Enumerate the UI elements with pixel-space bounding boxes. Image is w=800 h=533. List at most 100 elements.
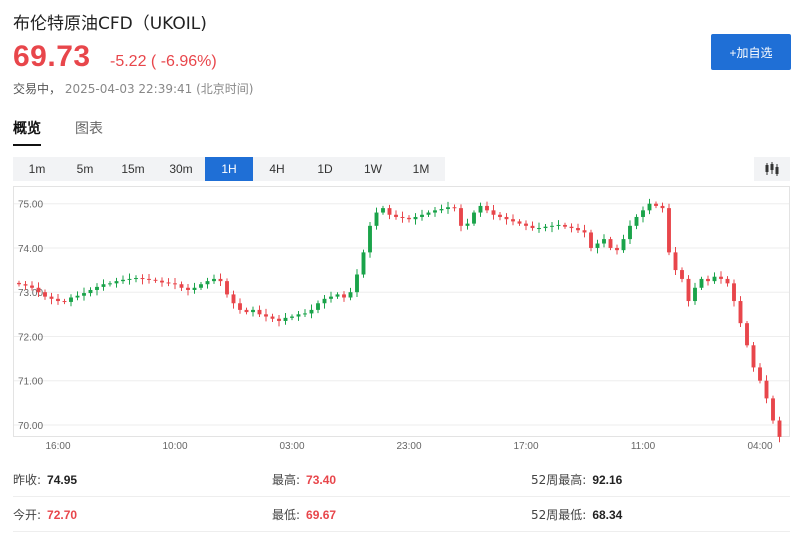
period-30m[interactable]: 30m	[157, 157, 205, 181]
candle-body	[491, 210, 496, 215]
candle-body	[543, 226, 548, 229]
candle-body	[101, 284, 106, 287]
period-1mo[interactable]: 1M	[397, 157, 445, 181]
candle-body	[49, 296, 54, 299]
candle-body	[764, 380, 769, 399]
stat-52w-high: 52周最高: 92.16	[531, 472, 623, 487]
candle-body	[82, 293, 86, 296]
candle-body	[257, 309, 262, 315]
x-tick-label: 04:00	[747, 441, 772, 452]
candle-body	[667, 208, 671, 253]
chart-type-button[interactable]	[754, 157, 790, 181]
candle-body	[621, 239, 626, 251]
candle-body	[322, 298, 327, 304]
period-1h[interactable]: 1H	[205, 157, 253, 181]
candle-body	[485, 205, 489, 211]
candle-body	[153, 279, 158, 281]
instrument-title: 布伦特原油CFD（UKOIL)	[13, 14, 207, 34]
candle-body	[472, 212, 476, 224]
candle-body	[459, 208, 463, 226]
candle-body	[290, 316, 294, 318]
candle-body	[199, 284, 203, 288]
candle-body	[400, 216, 405, 218]
candle-body	[680, 270, 684, 279]
candle-body	[374, 212, 379, 226]
timestamp: 2025-04-03 22:39:41	[64, 82, 193, 96]
period-selector: 1m 5m 15m 30m 1H 4H 1D 1W 1M	[13, 157, 445, 181]
price-change: -5.22 ( -6.96%)	[110, 53, 217, 70]
candle-body	[30, 285, 34, 288]
candle-body	[147, 278, 151, 280]
candle-body	[179, 284, 184, 288]
tab-overview[interactable]: 概览	[13, 118, 41, 146]
y-tick-label: 70.00	[18, 421, 43, 432]
candle-body	[62, 301, 67, 303]
candle-body	[394, 214, 398, 217]
candle-body	[56, 298, 60, 302]
stat-open: 今开: 72.70	[13, 507, 78, 522]
candle-body	[121, 279, 125, 282]
stats-row: 昨收: 74.95 最高: 73.40 52周最高: 92.16	[13, 462, 790, 497]
candle-body	[576, 228, 580, 231]
candle-body	[660, 205, 665, 209]
period-15m[interactable]: 15m	[109, 157, 157, 181]
candle-body	[628, 225, 632, 240]
candle-body	[69, 297, 73, 302]
candle-body	[355, 274, 359, 293]
candle-body	[296, 314, 301, 317]
candle-body	[706, 278, 710, 282]
candle-body	[732, 283, 736, 302]
candle-body	[335, 294, 340, 297]
candle-body	[140, 278, 145, 280]
period-1w[interactable]: 1W	[349, 157, 397, 181]
candle-body	[186, 287, 190, 290]
candle-body	[238, 303, 242, 310]
y-tick-label: 72.00	[18, 332, 43, 343]
tab-chart[interactable]: 图表	[75, 118, 103, 146]
candlestick-chart-icon	[765, 162, 779, 176]
candle-body	[225, 281, 229, 295]
period-5m[interactable]: 5m	[61, 157, 109, 181]
stat-high: 最高: 73.40	[272, 472, 337, 487]
candle-body	[641, 210, 645, 217]
candle-body	[478, 205, 483, 213]
price-chart[interactable]: 75.0074.0073.0072.0071.0070.0016:00 10:00…	[13, 186, 790, 456]
add-to-watchlist-button[interactable]: +加自选	[711, 34, 791, 70]
stat-low: 最低: 69.67	[272, 507, 337, 522]
candle-body	[524, 223, 528, 226]
candle-body	[550, 225, 554, 227]
candle-body	[348, 292, 353, 298]
candle-body	[192, 287, 197, 290]
candle-body	[43, 292, 47, 297]
period-1d[interactable]: 1D	[301, 157, 349, 181]
candle-body	[114, 281, 119, 284]
candle-body	[615, 247, 619, 251]
period-1m[interactable]: 1m	[13, 157, 61, 181]
candle-body	[212, 278, 216, 282]
candle-body	[205, 281, 210, 285]
candle-body	[777, 420, 782, 437]
x-tick-label: 03:00	[279, 441, 304, 452]
x-tick-label: 11:00	[631, 441, 656, 452]
candle-body	[361, 252, 366, 275]
candle-body	[446, 207, 450, 210]
candle-body	[439, 209, 444, 211]
candle-body	[316, 303, 320, 310]
y-tick-label: 71.00	[18, 377, 43, 388]
candle-body	[745, 323, 749, 346]
candle-body	[582, 230, 587, 233]
candle-body	[88, 289, 93, 294]
candle-body	[699, 278, 704, 288]
candle-body	[563, 224, 567, 227]
period-4h[interactable]: 4H	[253, 157, 301, 181]
main-tabs: 概览 图表	[13, 118, 103, 146]
candle-body	[712, 276, 717, 282]
x-tick-label: 16:00	[45, 441, 70, 452]
candle-body	[511, 219, 515, 222]
stats-row: 今开: 72.70 最低: 69.67 52周最低: 68.34	[13, 497, 790, 532]
candle-body	[537, 228, 541, 230]
candle-body	[608, 239, 613, 248]
candle-body	[407, 217, 411, 220]
candle-body	[771, 398, 775, 421]
candle-body	[368, 225, 372, 253]
